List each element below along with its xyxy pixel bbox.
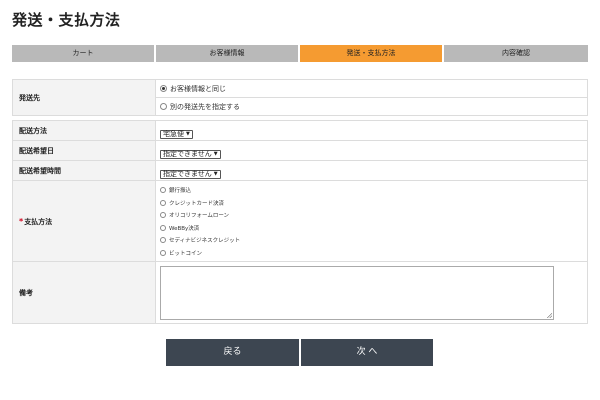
chevron-down-icon: ▼: [186, 131, 190, 137]
delivery-time-value: 指定できません: [163, 170, 212, 178]
chevron-down-icon: ▼: [213, 151, 218, 157]
step-shipping-payment: 発送・支払方法: [300, 45, 444, 62]
chevron-down-icon: ▼: [213, 171, 218, 177]
step-customer-info: お客様情報: [156, 45, 300, 62]
payment-radio[interactable]: [160, 249, 166, 256]
back-button[interactable]: 戻る: [166, 339, 299, 366]
payment-option-cedyna[interactable]: セディナビジネスクレジット: [160, 234, 587, 247]
progress-steps: カート お客様情報 発送・支払方法 内容確認: [12, 45, 588, 62]
payment-radio[interactable]: [160, 199, 166, 206]
delivery-date-select[interactable]: 指定できません ▼: [160, 149, 221, 159]
shipping-destination-label: 発送先: [12, 79, 156, 116]
step-confirm: 内容確認: [444, 45, 588, 62]
notes-textarea[interactable]: [160, 265, 554, 320]
required-mark: *: [19, 216, 24, 226]
shipping-destination-table: 発送先 お客様情報と同じ 別の発送先を指定する: [12, 79, 588, 116]
payment-radio[interactable]: [160, 187, 166, 194]
payment-method-label-cell: *支払方法: [12, 180, 156, 263]
page-title: 発送・支払方法: [12, 11, 121, 29]
payment-method-label: 支払方法: [24, 217, 53, 226]
shipping-other-radio[interactable]: [160, 103, 167, 110]
delivery-time-select[interactable]: 指定できません ▼: [160, 169, 221, 179]
resize-handle-icon[interactable]: [547, 312, 552, 318]
delivery-method-select[interactable]: 宅急便 ▼: [160, 129, 193, 139]
payment-option-label: 銀行振込: [169, 188, 192, 195]
payment-option-bank-transfer[interactable]: 銀行振込: [160, 184, 587, 197]
payment-radio[interactable]: [160, 212, 166, 219]
delivery-method-label: 配送方法: [12, 120, 156, 141]
step-cart: カート: [12, 45, 156, 62]
notes-table: 備考: [12, 261, 588, 324]
payment-option-label: ビットコイン: [169, 250, 203, 257]
payment-option-orico-loan[interactable]: オリコリフォームローン: [160, 209, 587, 222]
next-button[interactable]: 次 へ: [301, 339, 433, 366]
payment-option-credit-card[interactable]: クレジットカード決済: [160, 197, 587, 210]
shipping-same-option[interactable]: お客様情報と同じ: [160, 84, 226, 94]
payment-option-label: オリコリフォームローン: [169, 213, 230, 220]
payment-option-webby[interactable]: WeBBy決済: [160, 222, 587, 235]
shipping-same-label: お客様情報と同じ: [170, 84, 226, 93]
delivery-date-label: 配送希望日: [12, 140, 156, 161]
delivery-method-value: 宅急便: [163, 130, 184, 138]
payment-radio[interactable]: [160, 224, 166, 231]
shipping-same-radio[interactable]: [160, 85, 167, 92]
payment-option-label: セディナビジネスクレジット: [169, 238, 241, 245]
shipping-other-label: 別の発送先を指定する: [170, 102, 240, 111]
payment-option-label: クレジットカード決済: [169, 200, 225, 207]
payment-option-label: WeBBy決済: [169, 225, 200, 232]
shipping-other-option[interactable]: 別の発送先を指定する: [160, 102, 240, 112]
delivery-time-label: 配送希望時間: [12, 160, 156, 181]
payment-option-bitcoin[interactable]: ビットコイン: [160, 247, 587, 260]
delivery-date-value: 指定できません: [163, 150, 212, 158]
payment-radio[interactable]: [160, 237, 166, 244]
delivery-payment-table: 配送方法 宅急便 ▼ 配送希望日 指定できません ▼ 配送希望時間 指定できませ…: [12, 120, 588, 263]
notes-label: 備考: [12, 261, 156, 324]
